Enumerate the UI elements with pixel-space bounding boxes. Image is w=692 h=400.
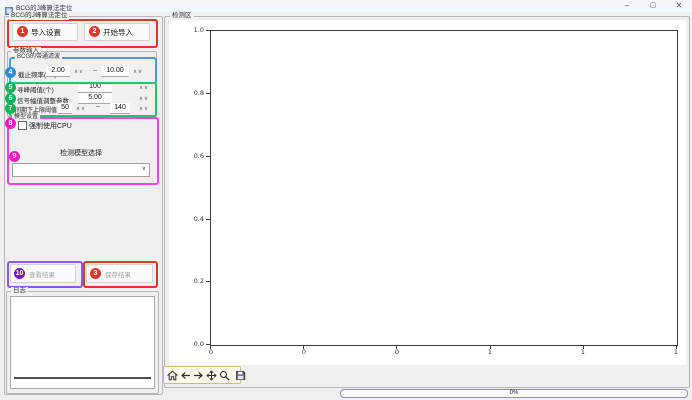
titlebar: BCG的J峰算法定位 – ▢ ✕ (0, 0, 692, 12)
pan-icon[interactable] (206, 370, 217, 381)
model-group-title: 模型设置 (12, 113, 40, 121)
y-tick-label: 0.6 (184, 152, 204, 160)
x-tick-label: 1 (482, 348, 498, 356)
x-tick-label: 0 (296, 348, 312, 356)
step-badge-1: 1 (17, 26, 28, 37)
plot-toolbar (163, 366, 241, 384)
x-tick-label: 0 (389, 348, 405, 356)
x-tick-label: 1 (575, 348, 591, 356)
step-badge-2: 2 (89, 26, 100, 37)
maximize-button[interactable]: ▢ (640, 0, 666, 12)
y-tick (206, 93, 210, 94)
y-tick-label: 1.0 (184, 26, 204, 34)
app-icon (5, 2, 13, 10)
progress-text: 0% (510, 390, 519, 396)
y-tick (206, 219, 210, 220)
log-textarea[interactable] (10, 296, 155, 389)
step-badge-10: 10 (14, 268, 25, 279)
y-tick-label: 0.0 (184, 340, 204, 348)
plot-group-title: 检测区 (170, 12, 194, 20)
bandpass-group-title: BCG的带通滤波 (15, 53, 62, 61)
save-icon[interactable] (235, 370, 246, 381)
y-tick-label: 0.8 (184, 89, 204, 97)
step-badge-8: 8 (5, 118, 16, 129)
y-tick (206, 156, 210, 157)
window-title: BCG的J峰算法定位 (16, 2, 72, 12)
app-window: BCG的J峰算法定位 – ▢ ✕ BCG的J峰算法定位 1 导入设置 2 开始导… (0, 0, 692, 400)
plot-axes (210, 30, 678, 346)
home-icon[interactable] (167, 370, 178, 381)
close-button[interactable]: ✕ (666, 0, 692, 12)
annotation-box-params (9, 82, 157, 117)
x-tick-label: 0 (203, 348, 219, 356)
y-tick (206, 281, 210, 282)
left-panel-title: BCG的J峰算法定位 (9, 12, 69, 20)
progress-bar: 0% (340, 389, 688, 398)
log-horizontal-scrollbar[interactable] (14, 377, 151, 379)
model-settings-groupbox (7, 117, 159, 185)
x-tick-label: 1 (668, 348, 684, 356)
y-tick-label: 0.2 (184, 277, 204, 285)
forward-icon[interactable] (193, 370, 204, 381)
step-badge-5: 5 (5, 82, 16, 93)
step-badge-4: 4 (5, 67, 16, 78)
back-icon[interactable] (180, 370, 191, 381)
y-tick (206, 30, 210, 31)
minimize-button[interactable]: – (614, 0, 640, 12)
zoom-icon[interactable] (219, 370, 230, 381)
step-badge-3: 3 (90, 268, 101, 279)
annotation-box-import (7, 19, 158, 48)
step-badge-9: 9 (9, 151, 20, 162)
y-tick-label: 0.4 (184, 215, 204, 223)
bandpass-groupbox (9, 57, 157, 84)
log-group-title: 日志 (11, 287, 28, 295)
step-badge-7: 7 (5, 103, 16, 114)
